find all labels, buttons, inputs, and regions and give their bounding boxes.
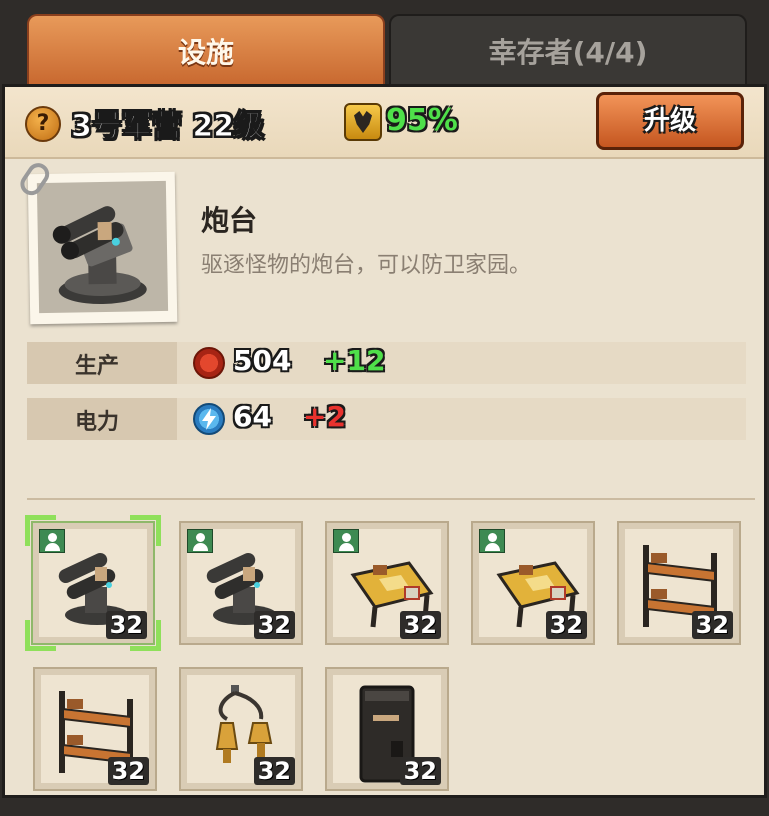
stat-row-power: 电力 64 +2	[27, 398, 746, 440]
upgrade-button[interactable]: 升级	[596, 92, 744, 150]
stat-value: 64	[233, 400, 272, 433]
bottle-cap-icon	[193, 347, 225, 379]
slot-level: 32	[399, 757, 441, 785]
slot-level: 32	[399, 611, 441, 639]
game-window: 设施 幸存者(4/4) ? 3号军营 22级 95% 升级 炮台 驱逐怪物的炮台…	[0, 0, 769, 816]
slot-level: 32	[691, 611, 733, 639]
facility-name: 炮台	[201, 204, 258, 237]
stat-label: 生产	[75, 354, 120, 379]
facility-slot-2[interactable]: 32	[179, 521, 303, 645]
facility-slot-4[interactable]: 32	[471, 521, 595, 645]
efficiency-icon	[344, 103, 382, 141]
building-title: 3号军营 22级	[70, 109, 265, 145]
tab-facilities[interactable]: 设施	[27, 14, 385, 86]
efficiency-value: 95%	[386, 103, 458, 138]
survivor-badge-icon	[479, 529, 505, 553]
tab-facilities-label: 设施	[177, 36, 234, 69]
survivor-badge-icon	[333, 529, 359, 553]
turret-icon	[52, 206, 147, 305]
stat-delta: +12	[323, 344, 386, 377]
survivor-badge-icon	[187, 529, 213, 553]
facility-slot-1[interactable]: 32	[25, 515, 161, 651]
divider	[27, 498, 755, 500]
facility-photo	[16, 158, 178, 325]
building-header: ? 3号军营 22级 95% 升级	[5, 87, 764, 159]
question-mark-icon[interactable]: ?	[25, 106, 61, 142]
facility-slot-3[interactable]: 32	[325, 521, 449, 645]
selection-corner	[130, 515, 161, 546]
selection-corner	[25, 515, 56, 546]
slot-level: 32	[545, 611, 587, 639]
selection-corner	[25, 620, 56, 651]
slot-level: 32	[253, 757, 295, 785]
lightning-icon	[193, 403, 225, 435]
facility-slot-6[interactable]: 32	[33, 667, 157, 791]
facility-panel: ? 3号军营 22级 95% 升级 炮台 驱逐怪物的炮台，可以防卫家园。 生产 …	[2, 84, 767, 798]
stat-label: 电力	[75, 410, 120, 435]
stat-row-production: 生产 504 +12	[27, 342, 746, 384]
tab-survivors-label: 幸存者(4/4)	[488, 36, 648, 69]
facility-description: 驱逐怪物的炮台，可以防卫家园。	[201, 253, 532, 278]
stat-delta: +2	[303, 400, 346, 433]
slot-level: 32	[107, 757, 149, 785]
facility-slot-7[interactable]: 32	[179, 667, 303, 791]
facility-slot-8[interactable]: 32	[325, 667, 449, 791]
stat-value: 504	[233, 344, 292, 377]
facility-slot-5[interactable]: 32	[617, 521, 741, 645]
tab-survivors[interactable]: 幸存者(4/4)	[389, 14, 747, 86]
slot-level: 32	[253, 611, 295, 639]
selection-corner	[130, 620, 161, 651]
